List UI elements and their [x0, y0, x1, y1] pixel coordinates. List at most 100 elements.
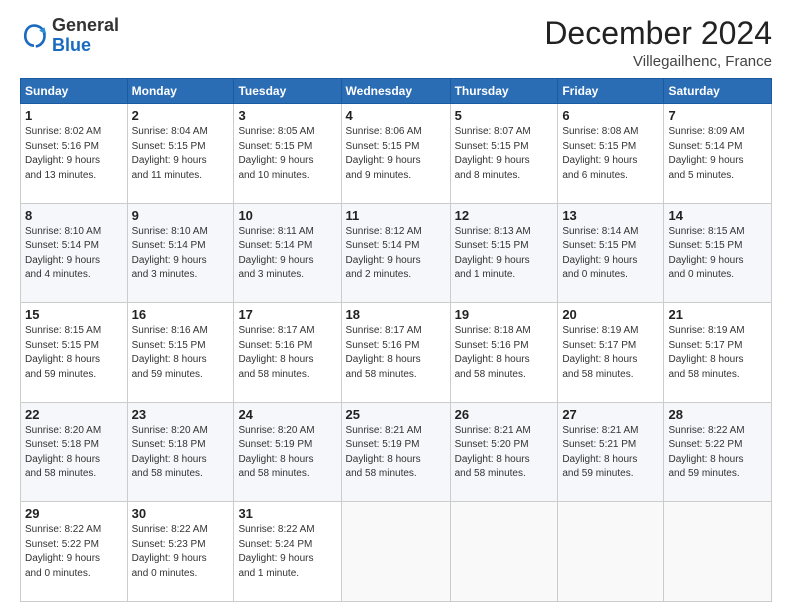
table-row: 11Sunrise: 8:12 AMSunset: 5:14 PMDayligh… [341, 203, 450, 303]
day-number: 14 [668, 208, 767, 223]
table-row [664, 502, 772, 602]
header: General Blue December 2024 Villegailhenc… [20, 16, 772, 70]
day-number: 10 [238, 208, 336, 223]
calendar-page: General Blue December 2024 Villegailhenc… [0, 0, 792, 612]
day-info: Sunrise: 8:15 AMSunset: 5:15 PMDaylight:… [668, 225, 767, 283]
table-row: 30 Sunrise: 8:22 AMSunset: 5:23 PMDayligh… [127, 502, 234, 602]
day-info: Sunrise: 8:16 AMSunset: 5:15 PMDaylight:… [132, 324, 230, 382]
location: Villegailhenc, France [544, 53, 772, 70]
table-row: 21Sunrise: 8:19 AMSunset: 5:17 PMDayligh… [664, 303, 772, 403]
day-number: 28 [668, 407, 767, 422]
day-info: Sunrise: 8:17 AMSunset: 5:16 PMDaylight:… [346, 324, 446, 382]
header-monday: Monday [127, 79, 234, 104]
table-row: 22Sunrise: 8:20 AMSunset: 5:18 PMDayligh… [21, 402, 128, 502]
day-number: 18 [346, 307, 446, 322]
calendar-header-row: Sunday Monday Tuesday Wednesday Thursday… [21, 79, 772, 104]
day-number: 29 [25, 506, 123, 521]
day-number: 6 [562, 108, 659, 123]
calendar-week-row: 8 Sunrise: 8:10 AMSunset: 5:14 PMDaylight… [21, 203, 772, 303]
day-info: Sunrise: 8:13 AMSunset: 5:15 PMDaylight:… [455, 225, 554, 283]
logo: General Blue [20, 16, 119, 56]
table-row: 20Sunrise: 8:19 AMSunset: 5:17 PMDayligh… [558, 303, 664, 403]
table-row [450, 502, 558, 602]
logo-blue: Blue [52, 36, 119, 56]
day-number: 23 [132, 407, 230, 422]
table-row: 31 Sunrise: 8:22 AMSunset: 5:24 PMDayligh… [234, 502, 341, 602]
day-number: 30 [132, 506, 230, 521]
table-row: 18 Sunrise: 8:17 AMSunset: 5:16 PMDayligh… [341, 303, 450, 403]
title-block: December 2024 Villegailhenc, France [544, 16, 772, 70]
day-info: Sunrise: 8:09 AMSunset: 5:14 PMDaylight:… [668, 125, 767, 183]
table-row: 19 Sunrise: 8:18 AMSunset: 5:16 PMDayligh… [450, 303, 558, 403]
day-number: 9 [132, 208, 230, 223]
day-info: Sunrise: 8:20 AMSunset: 5:18 PMDaylight:… [132, 424, 230, 482]
day-number: 11 [346, 208, 446, 223]
day-number: 22 [25, 407, 123, 422]
table-row: 10 Sunrise: 8:11 AMSunset: 5:14 PMDayligh… [234, 203, 341, 303]
day-info: Sunrise: 8:22 AMSunset: 5:22 PMDaylight:… [25, 523, 123, 581]
day-number: 31 [238, 506, 336, 521]
day-info: Sunrise: 8:17 AMSunset: 5:16 PMDaylight:… [238, 324, 336, 382]
table-row: 14 Sunrise: 8:15 AMSunset: 5:15 PMDayligh… [664, 203, 772, 303]
table-row: 23 Sunrise: 8:20 AMSunset: 5:18 PMDayligh… [127, 402, 234, 502]
table-row: 27 Sunrise: 8:21 AMSunset: 5:21 PMDayligh… [558, 402, 664, 502]
table-row: 4 Sunrise: 8:06 AMSunset: 5:15 PMDaylight… [341, 104, 450, 204]
day-info: Sunrise: 8:10 AMSunset: 5:14 PMDaylight:… [25, 225, 123, 283]
day-number: 8 [25, 208, 123, 223]
day-number: 16 [132, 307, 230, 322]
header-friday: Friday [558, 79, 664, 104]
day-info: Sunrise: 8:11 AMSunset: 5:14 PMDaylight:… [238, 225, 336, 283]
table-row: 6 Sunrise: 8:08 AMSunset: 5:15 PMDaylight… [558, 104, 664, 204]
day-info: Sunrise: 8:06 AMSunset: 5:15 PMDaylight:… [346, 125, 446, 183]
day-info: Sunrise: 8:02 AMSunset: 5:16 PMDaylight:… [25, 125, 123, 183]
day-number: 7 [668, 108, 767, 123]
day-number: 5 [455, 108, 554, 123]
calendar-week-row: 29 Sunrise: 8:22 AMSunset: 5:22 PMDayligh… [21, 502, 772, 602]
day-info: Sunrise: 8:18 AMSunset: 5:16 PMDaylight:… [455, 324, 554, 382]
day-info: Sunrise: 8:22 AMSunset: 5:23 PMDaylight:… [132, 523, 230, 581]
table-row: 8 Sunrise: 8:10 AMSunset: 5:14 PMDaylight… [21, 203, 128, 303]
day-number: 27 [562, 407, 659, 422]
table-row: 28Sunrise: 8:22 AMSunset: 5:22 PMDayligh… [664, 402, 772, 502]
day-number: 12 [455, 208, 554, 223]
logo-general: General [52, 16, 119, 36]
table-row: 1 Sunrise: 8:02 AMSunset: 5:16 PMDaylight… [21, 104, 128, 204]
table-row: 29 Sunrise: 8:22 AMSunset: 5:22 PMDayligh… [21, 502, 128, 602]
header-saturday: Saturday [664, 79, 772, 104]
day-info: Sunrise: 8:22 AMSunset: 5:24 PMDaylight:… [238, 523, 336, 581]
calendar-week-row: 22 Sunrise: 8:20 AMSunset: 5:18 PMDayligh… [21, 402, 772, 502]
day-number: 4 [346, 108, 446, 123]
day-number: 19 [455, 307, 554, 322]
day-info: Sunrise: 8:10 AMSunset: 5:14 PMDaylight:… [132, 225, 230, 283]
calendar-week-row: 15 Sunrise: 8:15 AMSunset: 5:15 PMDayligh… [21, 303, 772, 403]
table-row: 15 Sunrise: 8:15 AMSunset: 5:15 PMDayligh… [21, 303, 128, 403]
table-row: 13Sunrise: 8:14 AMSunset: 5:15 PMDayligh… [558, 203, 664, 303]
table-row [341, 502, 450, 602]
table-row: 7 Sunrise: 8:09 AMSunset: 5:14 PMDaylight… [664, 104, 772, 204]
day-info: Sunrise: 8:08 AMSunset: 5:15 PMDaylight:… [562, 125, 659, 183]
day-number: 15 [25, 307, 123, 322]
header-tuesday: Tuesday [234, 79, 341, 104]
day-info: Sunrise: 8:21 AMSunset: 5:21 PMDaylight:… [562, 424, 659, 482]
day-number: 2 [132, 108, 230, 123]
month-title: December 2024 [544, 16, 772, 51]
day-info: Sunrise: 8:19 AMSunset: 5:17 PMDaylight:… [668, 324, 767, 382]
calendar-week-row: 1 Sunrise: 8:02 AMSunset: 5:16 PMDaylight… [21, 104, 772, 204]
logo-icon [20, 22, 48, 50]
day-number: 24 [238, 407, 336, 422]
table-row: 5Sunrise: 8:07 AMSunset: 5:15 PMDaylight… [450, 104, 558, 204]
day-number: 1 [25, 108, 123, 123]
day-info: Sunrise: 8:15 AMSunset: 5:15 PMDaylight:… [25, 324, 123, 382]
header-sunday: Sunday [21, 79, 128, 104]
table-row: 16 Sunrise: 8:16 AMSunset: 5:15 PMDayligh… [127, 303, 234, 403]
table-row: 3Sunrise: 8:05 AMSunset: 5:15 PMDaylight… [234, 104, 341, 204]
day-number: 26 [455, 407, 554, 422]
table-row [558, 502, 664, 602]
day-info: Sunrise: 8:14 AMSunset: 5:15 PMDaylight:… [562, 225, 659, 283]
day-info: Sunrise: 8:19 AMSunset: 5:17 PMDaylight:… [562, 324, 659, 382]
table-row: 25Sunrise: 8:21 AMSunset: 5:19 PMDayligh… [341, 402, 450, 502]
table-row: 12 Sunrise: 8:13 AMSunset: 5:15 PMDayligh… [450, 203, 558, 303]
header-wednesday: Wednesday [341, 79, 450, 104]
day-info: Sunrise: 8:20 AMSunset: 5:19 PMDaylight:… [238, 424, 336, 482]
table-row: 17Sunrise: 8:17 AMSunset: 5:16 PMDayligh… [234, 303, 341, 403]
